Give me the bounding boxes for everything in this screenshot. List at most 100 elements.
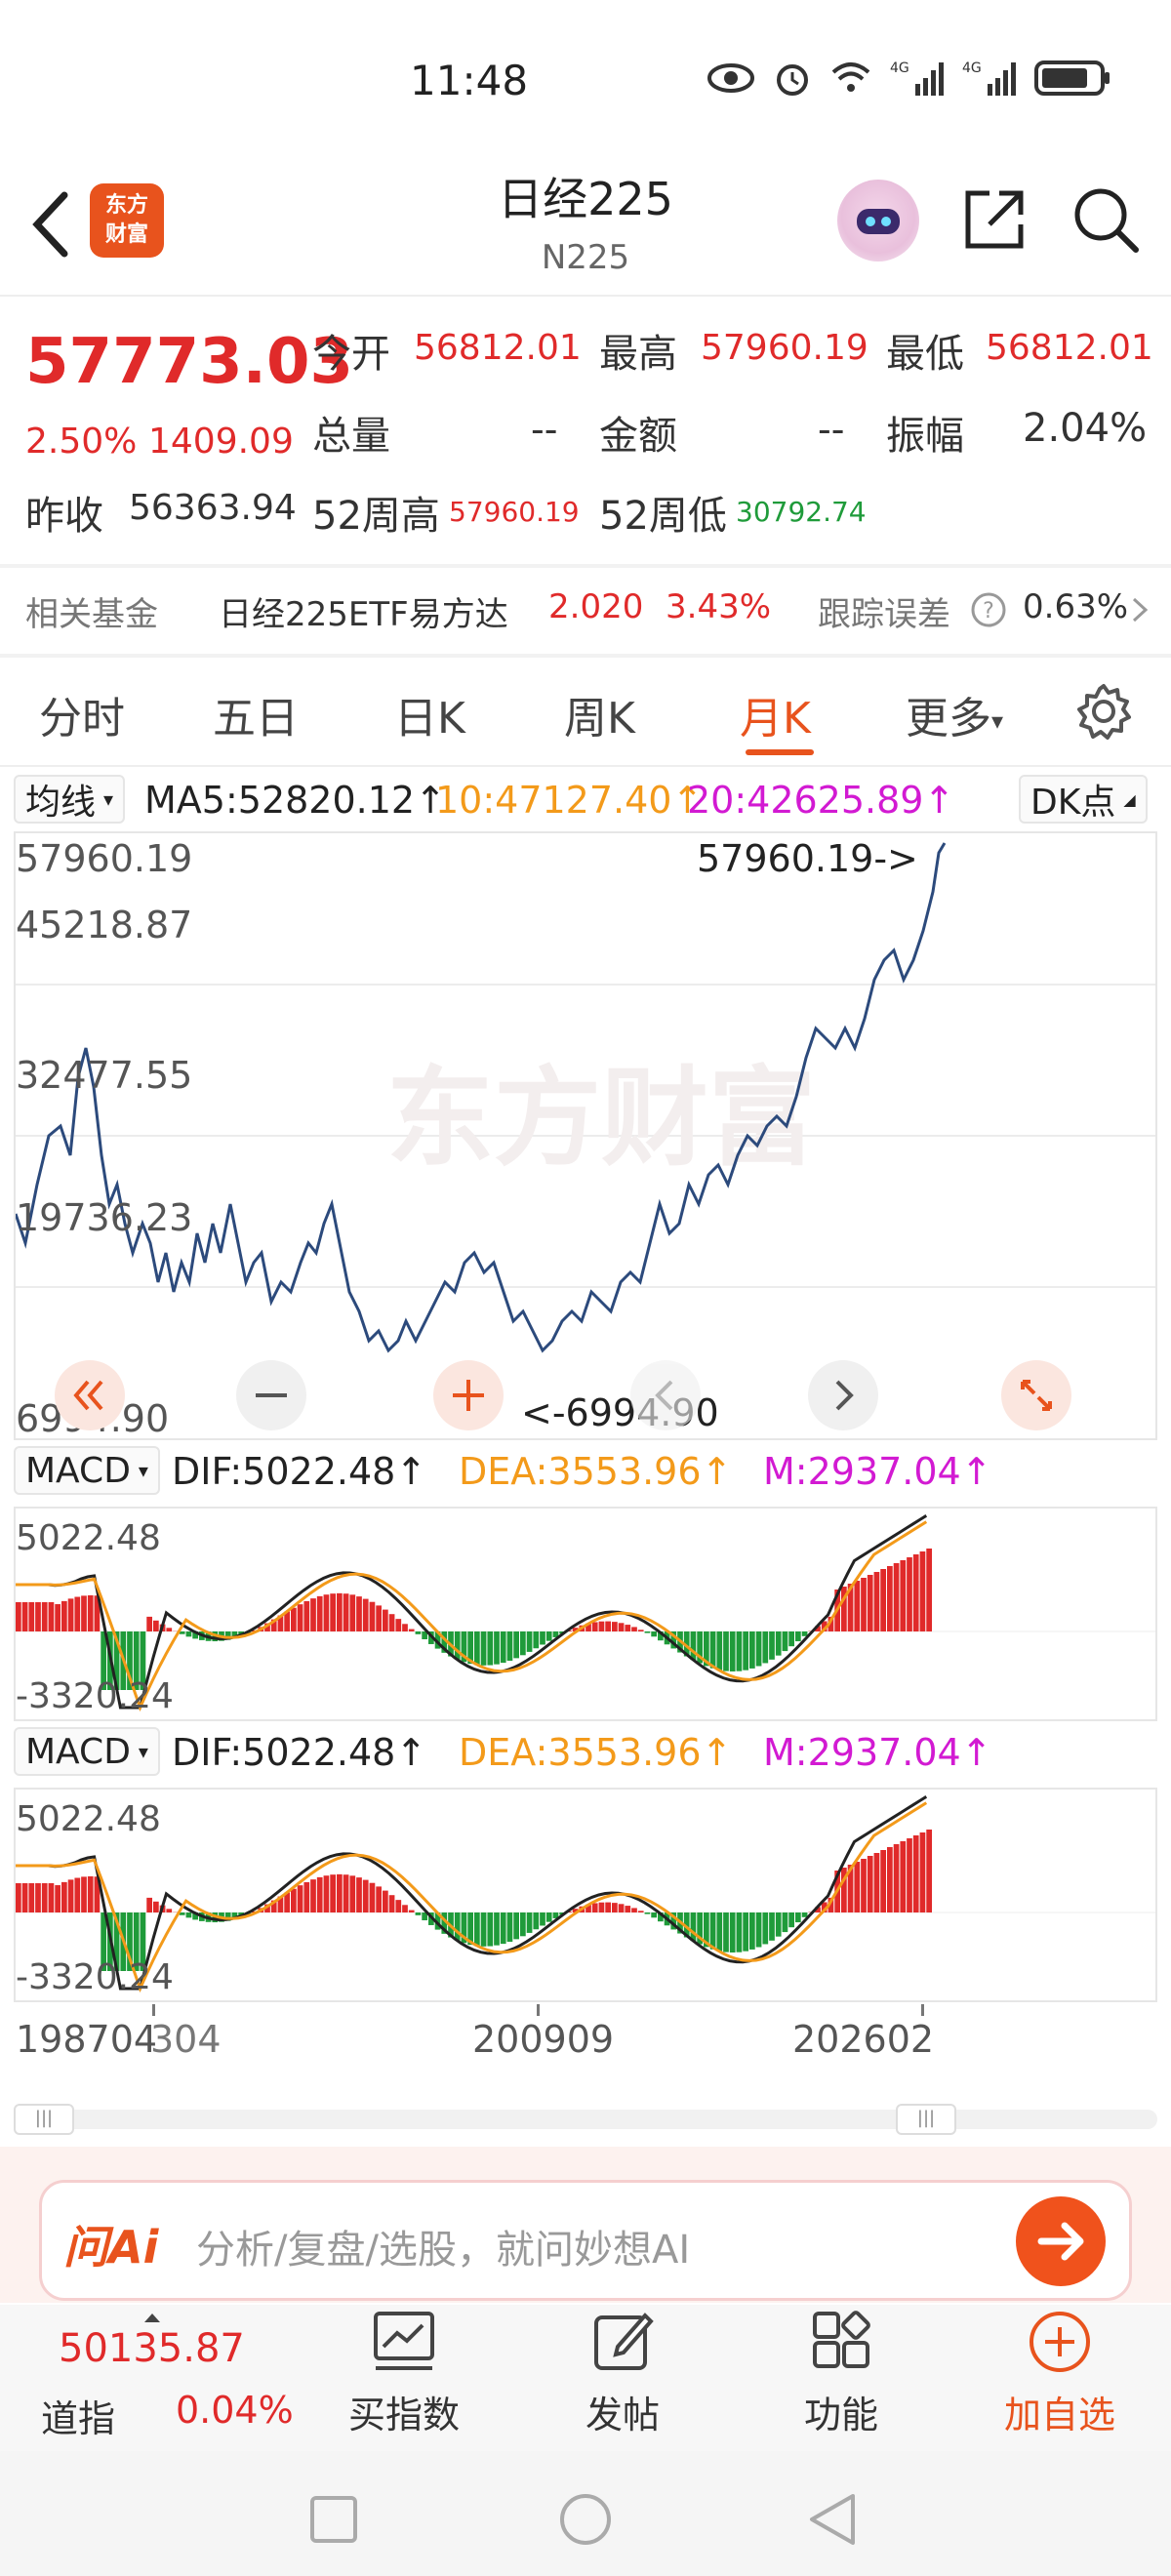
robot-icon: [857, 209, 900, 234]
macd-axis-top-2: 5022.48: [16, 1799, 161, 1839]
macd-histogram-bar: [356, 1877, 362, 1912]
macd-histogram-bar: [598, 1621, 605, 1631]
ma-selector[interactable]: 均线 ▾: [14, 775, 126, 824]
macd-header-2: MACD ▾ DIF:5022.48↑ DEA:3553.96↑ M:2937.0…: [0, 1727, 1171, 1778]
rewind-button[interactable]: [55, 1360, 125, 1430]
recent-apps-icon[interactable]: [308, 2494, 359, 2545]
wk52-high-value: 57960.19: [449, 496, 580, 528]
date-label-1: 198704: [16, 2018, 158, 2061]
macd-histogram-bar: [795, 1631, 801, 1642]
macd-histogram-bar: [166, 1909, 173, 1912]
tab-five-day[interactable]: 五日: [213, 683, 299, 745]
nav-post[interactable]: 发帖: [525, 2308, 720, 2438]
macd-histogram-bar: [880, 1569, 886, 1631]
macd-histogram-bar: [474, 1631, 480, 1666]
price-chart[interactable]: 东方财富 57960.19 45218.87 32477.55 19736.23…: [14, 831, 1157, 1440]
range-handle-left[interactable]: |||: [14, 2104, 74, 2135]
macd-histogram-bar: [480, 1631, 487, 1666]
dk-point-selector[interactable]: DK点 ◢: [1019, 775, 1148, 824]
edit-icon: [594, 2313, 654, 2370]
nav-buy-index[interactable]: 买指数: [306, 2308, 502, 2438]
tick-mark: [921, 2004, 924, 2016]
settings-gear-icon[interactable]: [1073, 681, 1134, 742]
tab-more[interactable]: 更多▾: [906, 683, 1003, 745]
macd-histogram-bar: [28, 1883, 35, 1912]
macd-histogram-bar: [28, 1602, 35, 1631]
minus-icon: [256, 1393, 287, 1397]
svg-text:4G: 4G: [962, 60, 982, 76]
macd-histogram-bar: [769, 1631, 775, 1660]
macd-chart-1[interactable]: 5022.48 -3320.24: [14, 1507, 1157, 1721]
macd-histogram-bar: [55, 1604, 61, 1631]
macd-histogram-bar: [612, 1622, 618, 1631]
battery-icon: [1034, 60, 1110, 96]
alarm-icon: [777, 64, 808, 96]
signal-4g-icon: 4G: [890, 60, 944, 96]
ai-send-button[interactable]: [1016, 2196, 1106, 2286]
macd-histogram-bar: [494, 1631, 500, 1665]
macd-histogram-bar: [926, 1830, 932, 1912]
zoom-out-button[interactable]: [236, 1360, 306, 1430]
tab-intraday[interactable]: 分时: [39, 683, 125, 745]
macd-histogram-bar: [291, 1888, 297, 1912]
macd-histogram-bar: [408, 1910, 415, 1912]
help-icon[interactable]: ?: [970, 591, 1007, 628]
macd-histogram-bar: [343, 1593, 349, 1631]
search-icon[interactable]: [1070, 183, 1142, 256]
macd-histogram-bar: [854, 1862, 861, 1912]
price-axis-4: 19736.23: [16, 1196, 193, 1239]
prev-close-label: 昨收: [25, 494, 103, 539]
macd-selector-1[interactable]: MACD ▾: [14, 1446, 160, 1495]
share-icon[interactable]: [960, 185, 1029, 254]
macd-histogram-bar: [303, 1881, 310, 1912]
macd-histogram-bar: [545, 1912, 552, 1922]
home-icon[interactable]: [558, 2492, 613, 2547]
chevron-right-icon: [835, 1380, 854, 1411]
macd-chart-1-svg: [16, 1514, 1155, 1712]
macd-histogram-bar: [907, 1838, 912, 1912]
fund-price: 2.020: [548, 587, 644, 626]
macd-histogram-bar: [316, 1876, 323, 1912]
macd-histogram-bar: [540, 1912, 545, 1926]
macd-histogram-bar: [625, 1625, 631, 1631]
index-ticker[interactable]: 50135.87 道指 0.04%: [0, 2305, 294, 2451]
zoom-in-button[interactable]: [433, 1360, 504, 1430]
range-scrollbar[interactable]: ||| |||: [14, 2104, 1157, 2135]
macd-chart-2[interactable]: 5022.48 -3320.24: [14, 1788, 1157, 2002]
macd-histogram-bar: [690, 1912, 697, 1942]
macd-histogram-bar: [362, 1598, 369, 1631]
ai-assistant-avatar[interactable]: [837, 180, 919, 262]
volume-label: 总量: [312, 414, 390, 459]
high-label: 最高: [599, 332, 677, 377]
macd-selector-2[interactable]: MACD ▾: [14, 1727, 160, 1776]
ai-placeholder[interactable]: 分析/复盘/选股，就问妙想AI: [196, 2218, 690, 2274]
tab-daily-k[interactable]: 日K: [394, 683, 465, 745]
back-nav-icon[interactable]: [806, 2490, 859, 2549]
add-circle-icon: [1030, 2312, 1090, 2372]
macd-histogram-bar: [369, 1882, 376, 1912]
ai-search-bar[interactable]: 问Ai 分析/复盘/选股，就问妙想AI: [39, 2180, 1132, 2301]
macd-histogram-bar: [402, 1905, 408, 1912]
scroll-right-button[interactable]: [808, 1360, 878, 1430]
tab-monthly-k[interactable]: 月K: [740, 683, 811, 745]
macd-histogram-bar: [513, 1912, 519, 1940]
nav-add-watchlist[interactable]: 加自选: [962, 2308, 1157, 2438]
range-handle-right[interactable]: |||: [896, 2104, 956, 2135]
macd-histogram-bar: [87, 1875, 94, 1912]
tab-weekly-k[interactable]: 周K: [564, 683, 635, 745]
macd-histogram-bar: [540, 1631, 545, 1645]
price-axis-2: 45218.87: [16, 904, 193, 946]
fullscreen-button[interactable]: [1001, 1360, 1071, 1430]
caret-up-icon: [144, 2314, 160, 2322]
related-fund-row[interactable]: 相关基金 日经225ETF易方达 2.020 3.43% 跟踪误差 ? 0.63…: [0, 566, 1171, 654]
macd-histogram-bar: [861, 1578, 867, 1631]
macd-histogram-bar: [310, 1879, 316, 1912]
macd-histogram-bar: [74, 1877, 81, 1912]
macd-selector-label: MACD: [25, 1450, 131, 1491]
macd-histogram-bar: [48, 1602, 55, 1631]
scroll-left-button[interactable]: [630, 1360, 701, 1430]
tab-active-indicator: [746, 749, 814, 755]
nav-features[interactable]: 功能: [744, 2308, 939, 2438]
macd-histogram-bar: [598, 1902, 605, 1912]
fund-name[interactable]: 日经225ETF易方达: [219, 587, 508, 635]
